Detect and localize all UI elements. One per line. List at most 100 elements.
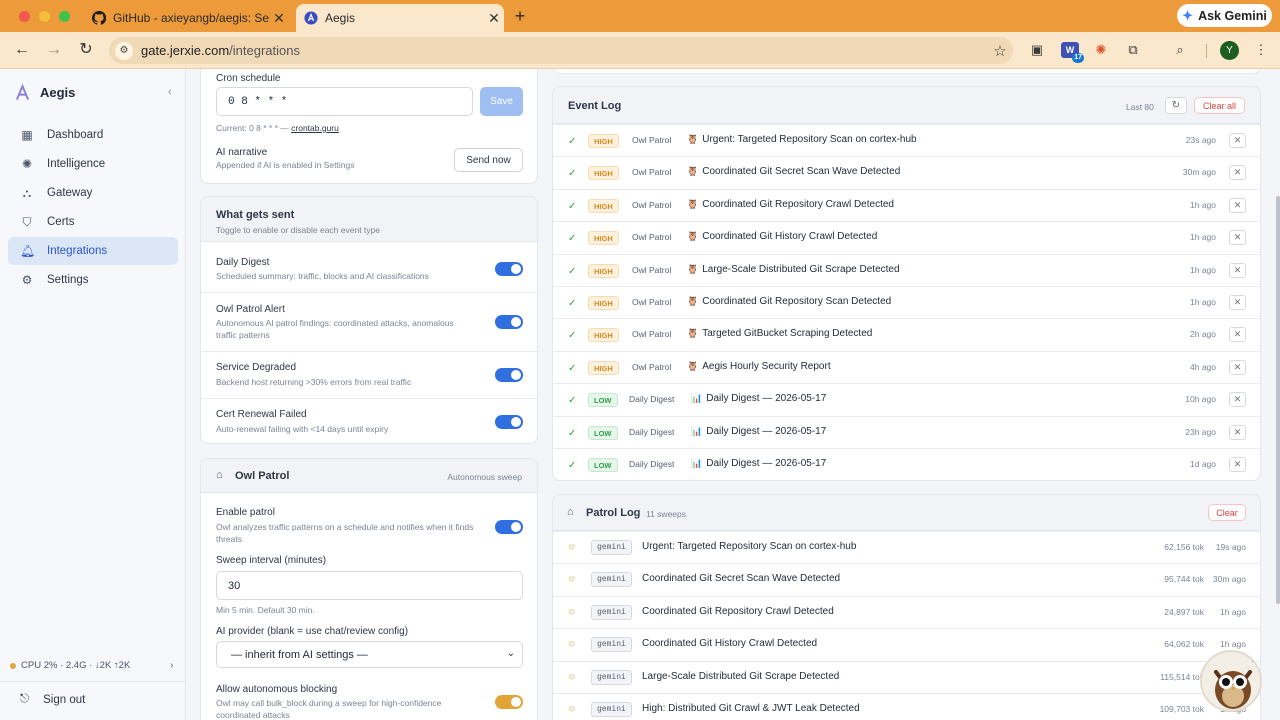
sweep-interval-hint: Min 5 min. Default 30 min. <box>216 605 315 615</box>
patrol-row[interactable]: ☼ gemini Coordinated Git Secret Scan Wave … <box>553 563 1260 595</box>
event-row[interactable]: ✓ HIGH Owl Patrol 🦉 Large-Scale Distributed … <box>553 253 1260 286</box>
toolbar-divider <box>1206 44 1207 58</box>
dismiss-event-icon[interactable]: ✕ <box>1229 392 1246 408</box>
owl-patrol-alert-desc: Autonomous AI patrol findings: coordinat… <box>216 318 454 340</box>
patrol-row[interactable]: ☼ gemini Large-Scale Distributed Git Scrap… <box>553 660 1260 693</box>
check-icon: ✓ <box>568 298 577 309</box>
brand[interactable]: Aegis <box>14 84 75 101</box>
refresh-icon[interactable]: ↻ <box>1165 97 1187 114</box>
reload-icon[interactable]: ↻ <box>75 40 97 60</box>
sidebar-item-label: Dashboard <box>47 129 104 141</box>
sweep-interval-input[interactable]: 30 <box>216 571 523 600</box>
dismiss-event-icon[interactable]: ✕ <box>1229 133 1246 148</box>
event-row[interactable]: ✓ LOW Daily Digest 📊 Daily Digest — 2026-05-… <box>553 448 1260 480</box>
sidebar-item-certs[interactable]: ⛉ Certs <box>8 208 178 236</box>
dismiss-event-icon[interactable]: ✕ <box>1229 165 1246 181</box>
system-status[interactable]: CPU 2% · 2.4G · ↓2K ↑2K <box>10 660 130 671</box>
close-tab-icon[interactable]: ✕ <box>484 10 504 27</box>
forward-icon[interactable]: → <box>43 40 65 60</box>
page-scrollbar[interactable] <box>1276 196 1280 604</box>
event-row[interactable]: ✓ HIGH Owl Patrol 🦉 Aegis Hourly Security Re… <box>553 350 1260 383</box>
owl-assistant-button[interactable] <box>1200 650 1262 712</box>
patrol-row[interactable]: ☼ gemini Coordinated Git History Crawl Det… <box>553 628 1260 660</box>
new-tab-button[interactable]: + <box>510 6 530 26</box>
maximize-window-button[interactable] <box>59 11 70 22</box>
dismiss-event-icon[interactable]: ✕ <box>1229 230 1246 246</box>
token-count: 95,744 tok <box>1164 574 1204 585</box>
url-text[interactable]: gate.jerxie.com/integrations <box>141 43 987 58</box>
site-info-icon[interactable]: ⚙ <box>115 41 133 60</box>
event-row[interactable]: ✓ HIGH Owl Patrol 🦉 Coordinated Git Secret S… <box>553 156 1260 188</box>
close-tab-icon[interactable]: ✕ <box>269 10 289 27</box>
calendar-extension-icon[interactable]: W 17 <box>1061 42 1084 63</box>
dismiss-event-icon[interactable]: ✕ <box>1229 424 1246 440</box>
clear-button[interactable]: Clear <box>1208 504 1246 521</box>
tab-github[interactable]: GitHub - axieyangb/aegis: Se ✕ <box>84 4 289 32</box>
event-title: 🦉 Coordinated Git History Crawl Detected <box>687 231 877 242</box>
event-row[interactable]: ✓ LOW Daily Digest 📊 Daily Digest — 2026-05-… <box>553 415 1260 448</box>
event-row[interactable]: ✓ LOW Daily Digest 📊 Daily Digest — 2026-05-… <box>553 383 1260 415</box>
event-source: Owl Patrol <box>632 264 672 275</box>
sign-out-label: Sign out <box>43 693 86 706</box>
screenshot-extension-icon[interactable]: ▣ <box>1028 41 1046 59</box>
cron-label: Cron schedule <box>216 73 281 84</box>
ask-gemini-button[interactable]: ✦ Ask Gemini <box>1177 4 1272 27</box>
sidebar-item-integrations[interactable]: 🔔︎ Integrations <box>8 237 178 265</box>
crontab-guru-link[interactable]: crontab.guru <box>291 123 339 133</box>
ai-provider-select[interactable]: — inherit from AI settings — ⌄ <box>216 641 523 668</box>
tab-search-icon[interactable]: ⌕ <box>1171 41 1189 59</box>
tab-aegis[interactable]: Aegis ✕ <box>296 4 504 32</box>
patrol-row[interactable]: ☼ gemini Coordinated Git Repository Crawl … <box>553 595 1260 628</box>
browser-menu-icon[interactable]: ⋮ <box>1252 41 1270 59</box>
event-row[interactable]: ✓ HIGH Owl Patrol 🦉 Coordinated Git Reposito… <box>553 188 1260 221</box>
dismiss-event-icon[interactable]: ✕ <box>1229 295 1246 310</box>
send-now-button[interactable]: Send now <box>454 148 523 172</box>
claude-extension-icon[interactable]: ✺ <box>1092 41 1110 59</box>
patrol-row[interactable]: ☼ gemini Urgent: Targeted Repository Scan … <box>553 531 1260 563</box>
check-icon: ✓ <box>568 233 577 245</box>
autonomous-blocking-toggle[interactable] <box>495 695 523 709</box>
sign-out-button[interactable]: ⎋ Sign out <box>20 693 85 706</box>
minimize-window-button[interactable] <box>39 11 50 22</box>
event-title: 🦉 Coordinated Git Secret Scan Wave Detect… <box>687 166 900 177</box>
sidebar-item-label: Intelligence <box>47 158 106 170</box>
event-row[interactable]: ✓ HIGH Owl Patrol 🦉 Urgent: Targeted Reposit… <box>553 124 1260 156</box>
dismiss-event-icon[interactable]: ✕ <box>1229 359 1246 375</box>
profile-avatar[interactable]: Y <box>1220 41 1239 60</box>
event-title-text: Daily Digest — 2026-05-17 <box>706 393 827 405</box>
chevron-right-icon[interactable]: › <box>170 660 173 671</box>
patrol-log-card: ⌂ Patrol Log 11 sweeps Clear ☼ gemini Urge… <box>552 494 1261 720</box>
daily-digest-toggle[interactable] <box>495 262 523 276</box>
severity-badge: HIGH <box>588 198 619 213</box>
close-window-button[interactable] <box>19 11 30 22</box>
clear-all-button[interactable]: Clear all <box>1194 97 1245 114</box>
sidebar-item-settings[interactable]: ⚙ Settings <box>8 266 178 294</box>
service-degraded-toggle[interactable] <box>495 368 523 382</box>
event-row[interactable]: ✓ HIGH Owl Patrol 🦉 Coordinated Git Reposito… <box>553 286 1260 318</box>
address-bar[interactable]: ⚙ gate.jerxie.com/integrations ☆ <box>109 37 1013 64</box>
cron-input[interactable]: 0 8 * * * <box>216 87 473 116</box>
sun-icon: ☼ <box>567 573 577 585</box>
event-source: Owl Patrol <box>632 361 672 372</box>
row-divider <box>201 351 537 352</box>
sidebar: Aegis ‹ ▦ Dashboard ✺ Intelligence ⛬ Gat… <box>0 69 186 720</box>
dismiss-event-icon[interactable]: ✕ <box>1229 262 1246 278</box>
save-button[interactable]: Save <box>480 87 523 116</box>
sidebar-item-dashboard[interactable]: ▦ Dashboard <box>8 121 178 149</box>
owl-patrol-alert-toggle[interactable] <box>495 315 523 329</box>
sidebar-item-intelligence[interactable]: ✺ Intelligence <box>8 150 178 178</box>
event-row[interactable]: ✓ HIGH Owl Patrol 🦉 Coordinated Git History … <box>553 221 1260 253</box>
event-title-text: Coordinated Git History Crawl Detected <box>702 231 878 243</box>
bookmark-star-icon[interactable]: ☆ <box>987 42 1013 60</box>
dismiss-event-icon[interactable]: ✕ <box>1229 197 1246 213</box>
event-row[interactable]: ✓ HIGH Owl Patrol 🦉 Targeted GitBucket Scrap… <box>553 318 1260 350</box>
patrol-row[interactable]: ☼ gemini High: Distributed Git Crawl & JWT… <box>553 693 1260 720</box>
extensions-puzzle-icon[interactable]: ⧉ <box>1124 41 1142 59</box>
dismiss-event-icon[interactable]: ✕ <box>1229 327 1246 343</box>
dismiss-event-icon[interactable]: ✕ <box>1229 457 1246 472</box>
sidebar-item-gateway[interactable]: ⛬ Gateway <box>8 179 178 207</box>
cert-renewal-failed-toggle[interactable] <box>495 415 523 429</box>
collapse-sidebar-icon[interactable]: ‹ <box>168 86 172 98</box>
enable-patrol-toggle[interactable] <box>495 520 523 534</box>
back-icon[interactable]: ← <box>11 40 33 60</box>
